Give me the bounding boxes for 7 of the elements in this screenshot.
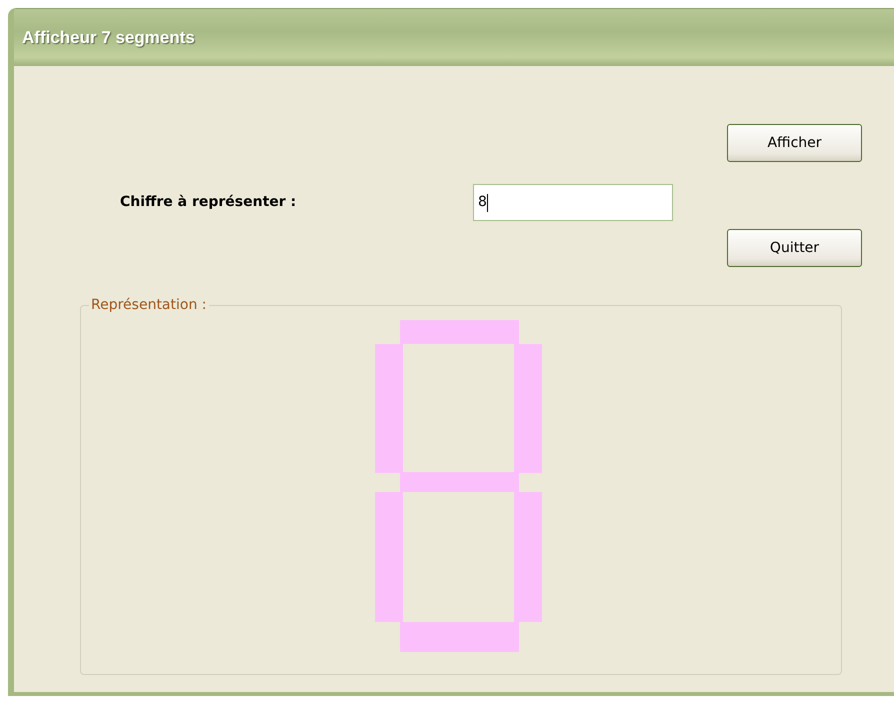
input-field[interactable]: 8 bbox=[473, 184, 673, 220]
action-button[interactable]: Afficher bbox=[727, 124, 862, 162]
group-title: Représentation : bbox=[90, 297, 208, 313]
window-title: Afficheur 7 segments bbox=[22, 28, 195, 48]
field-label: Chiffre à représenter : bbox=[120, 194, 298, 210]
text-cursor bbox=[487, 194, 488, 212]
action-button[interactable]: Quitter bbox=[727, 229, 862, 267]
